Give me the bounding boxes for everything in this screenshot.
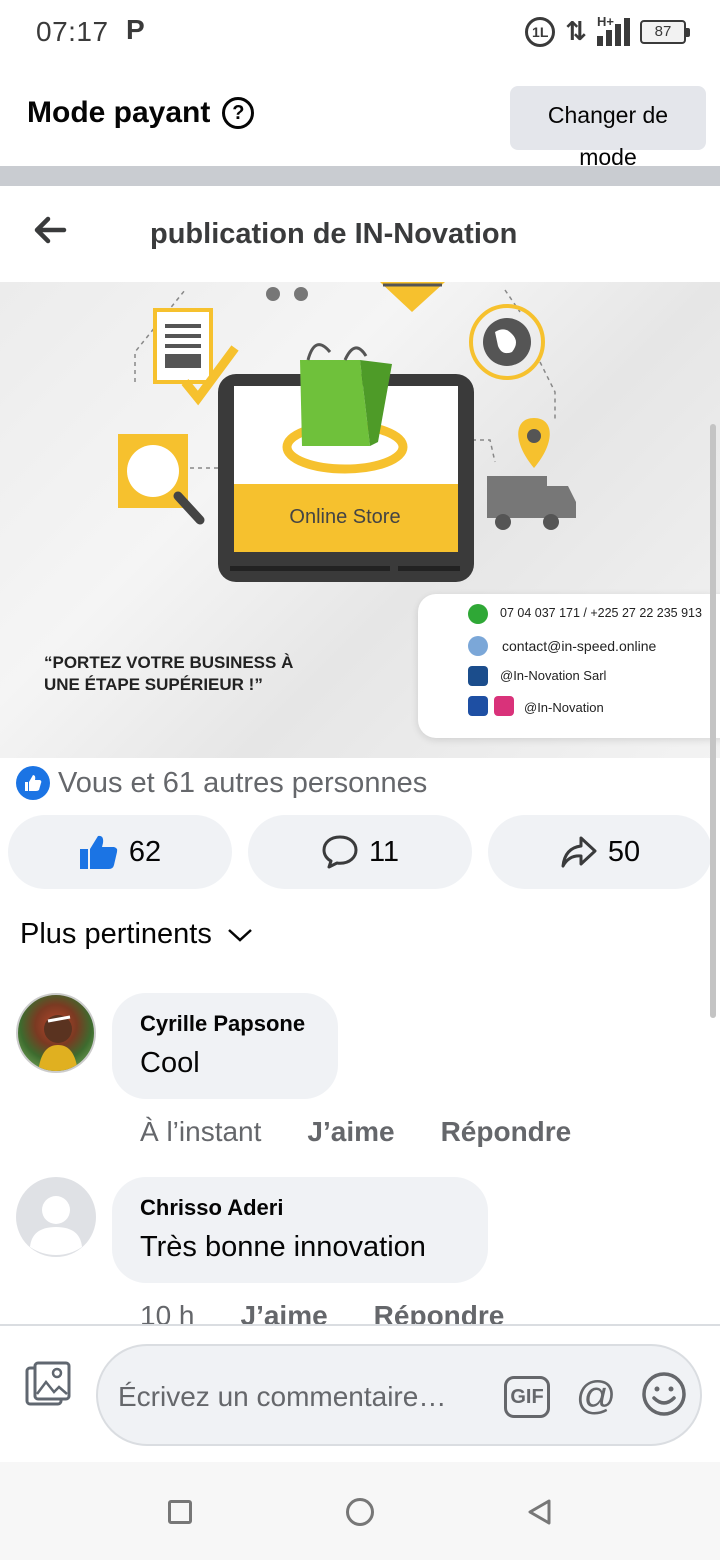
thumbs-up-icon [79, 835, 118, 869]
like-count: 62 [128, 835, 162, 868]
share-button[interactable]: 50 [488, 815, 712, 889]
facebook-icon [468, 696, 488, 716]
change-mode-button[interactable]: Changer de mode [510, 86, 706, 170]
comment-bubble[interactable]: Chrisso Aderi Très bonne innovation [112, 1177, 488, 1283]
phone-icon [468, 604, 488, 624]
default-avatar-icon [30, 1196, 82, 1255]
post-quote: “PORTEZ VOTRE BUSINESS À UNE ÉTAPE SUPÉR… [44, 653, 294, 694]
mode-title: Mode payant [27, 96, 211, 129]
home-icon[interactable] [346, 1498, 374, 1526]
section-divider [0, 166, 720, 186]
share-icon [561, 836, 597, 868]
status-time: 07:17 [36, 16, 109, 47]
like-reaction-icon [16, 766, 50, 800]
comment-sort-dropdown[interactable]: Plus pertinents [20, 918, 254, 951]
like-button[interactable]: 62 [8, 815, 232, 889]
action-row: 62 11 50 [8, 815, 712, 889]
chevron-down-icon [227, 928, 252, 942]
contact-phone: 07 04 037 171 / +225 27 22 235 913 [500, 606, 702, 620]
system-nav-bar [0, 1462, 720, 1560]
reactions-text: Vous et 61 autres personnes [58, 766, 428, 799]
contact-social: @In-Novation [524, 700, 604, 715]
avatar[interactable] [16, 993, 96, 1073]
emoji-icon[interactable] [640, 1370, 688, 1418]
post-image[interactable]: Online Store “PORTEZ VOTRE BUSINESS À UN… [0, 282, 720, 758]
comment-count: 11 [368, 835, 400, 868]
carrier-p-icon: P [126, 14, 145, 45]
comment-like-link[interactable]: J’aime [307, 1116, 394, 1148]
network-type: H+ [597, 13, 614, 29]
avatar[interactable] [16, 1177, 96, 1257]
back-arrow-icon[interactable] [30, 210, 70, 250]
comment-reply-link[interactable]: Répondre [441, 1116, 572, 1148]
comment-author[interactable]: Chrisso Aderi [140, 1195, 460, 1221]
data-saver-icon: 1L [525, 16, 556, 47]
instagram-icon [494, 696, 514, 716]
recent-apps-icon[interactable] [168, 1500, 192, 1524]
mention-icon[interactable]: @ [572, 1372, 620, 1420]
signal-icon: H+ [597, 14, 630, 46]
linkedin-icon [468, 666, 488, 686]
comment-meta: À l’instant J’aime Répondre [140, 1116, 571, 1148]
comment-time: À l’instant [140, 1116, 262, 1147]
scrollbar[interactable] [710, 424, 716, 1018]
post-header: publication de IN-Novation [0, 186, 720, 282]
email-icon [468, 636, 488, 656]
sort-label: Plus pertinents [20, 918, 212, 950]
battery-icon: 87 [640, 19, 690, 44]
status-bar: 07:17 P 1L ⇅ H+ 87 [0, 0, 720, 66]
help-icon[interactable]: ? [222, 97, 255, 129]
comment-text: Cool [140, 1047, 200, 1079]
photo-icon[interactable] [24, 1360, 74, 1408]
contact-email: contact@in-speed.online [502, 638, 657, 654]
comment-bubble[interactable]: Cyrille Papsone Cool [112, 993, 338, 1099]
gif-icon[interactable]: GIF [504, 1376, 550, 1418]
comment-input[interactable] [118, 1374, 488, 1420]
status-icons: 1L ⇅ H+ 87 [525, 14, 690, 47]
comment-input-pill: GIF @ [96, 1344, 702, 1446]
online-store-label: Online Store [289, 506, 401, 528]
mode-bar: Mode payant ? Changer de mode [0, 66, 720, 170]
post-header-title: publication de IN-Novation [150, 218, 518, 250]
reactions-summary[interactable]: Vous et 61 autres personnes [16, 766, 427, 800]
comment-button[interactable]: 11 [248, 815, 472, 889]
comment-author[interactable]: Cyrille Papsone [140, 1011, 310, 1037]
comment-text: Très bonne innovation [140, 1231, 426, 1263]
system-back-icon[interactable] [526, 1498, 554, 1526]
comment-icon [322, 835, 358, 869]
comment-input-bar: GIF @ [0, 1324, 720, 1462]
mode-title-group: Mode payant ? [27, 96, 255, 130]
data-arrows-icon: ⇅ [565, 16, 587, 46]
share-count: 50 [607, 835, 641, 868]
contact-card: 07 04 037 171 / +225 27 22 235 913 conta… [418, 594, 720, 738]
contact-linkedin: @In-Novation Sarl [500, 668, 607, 683]
